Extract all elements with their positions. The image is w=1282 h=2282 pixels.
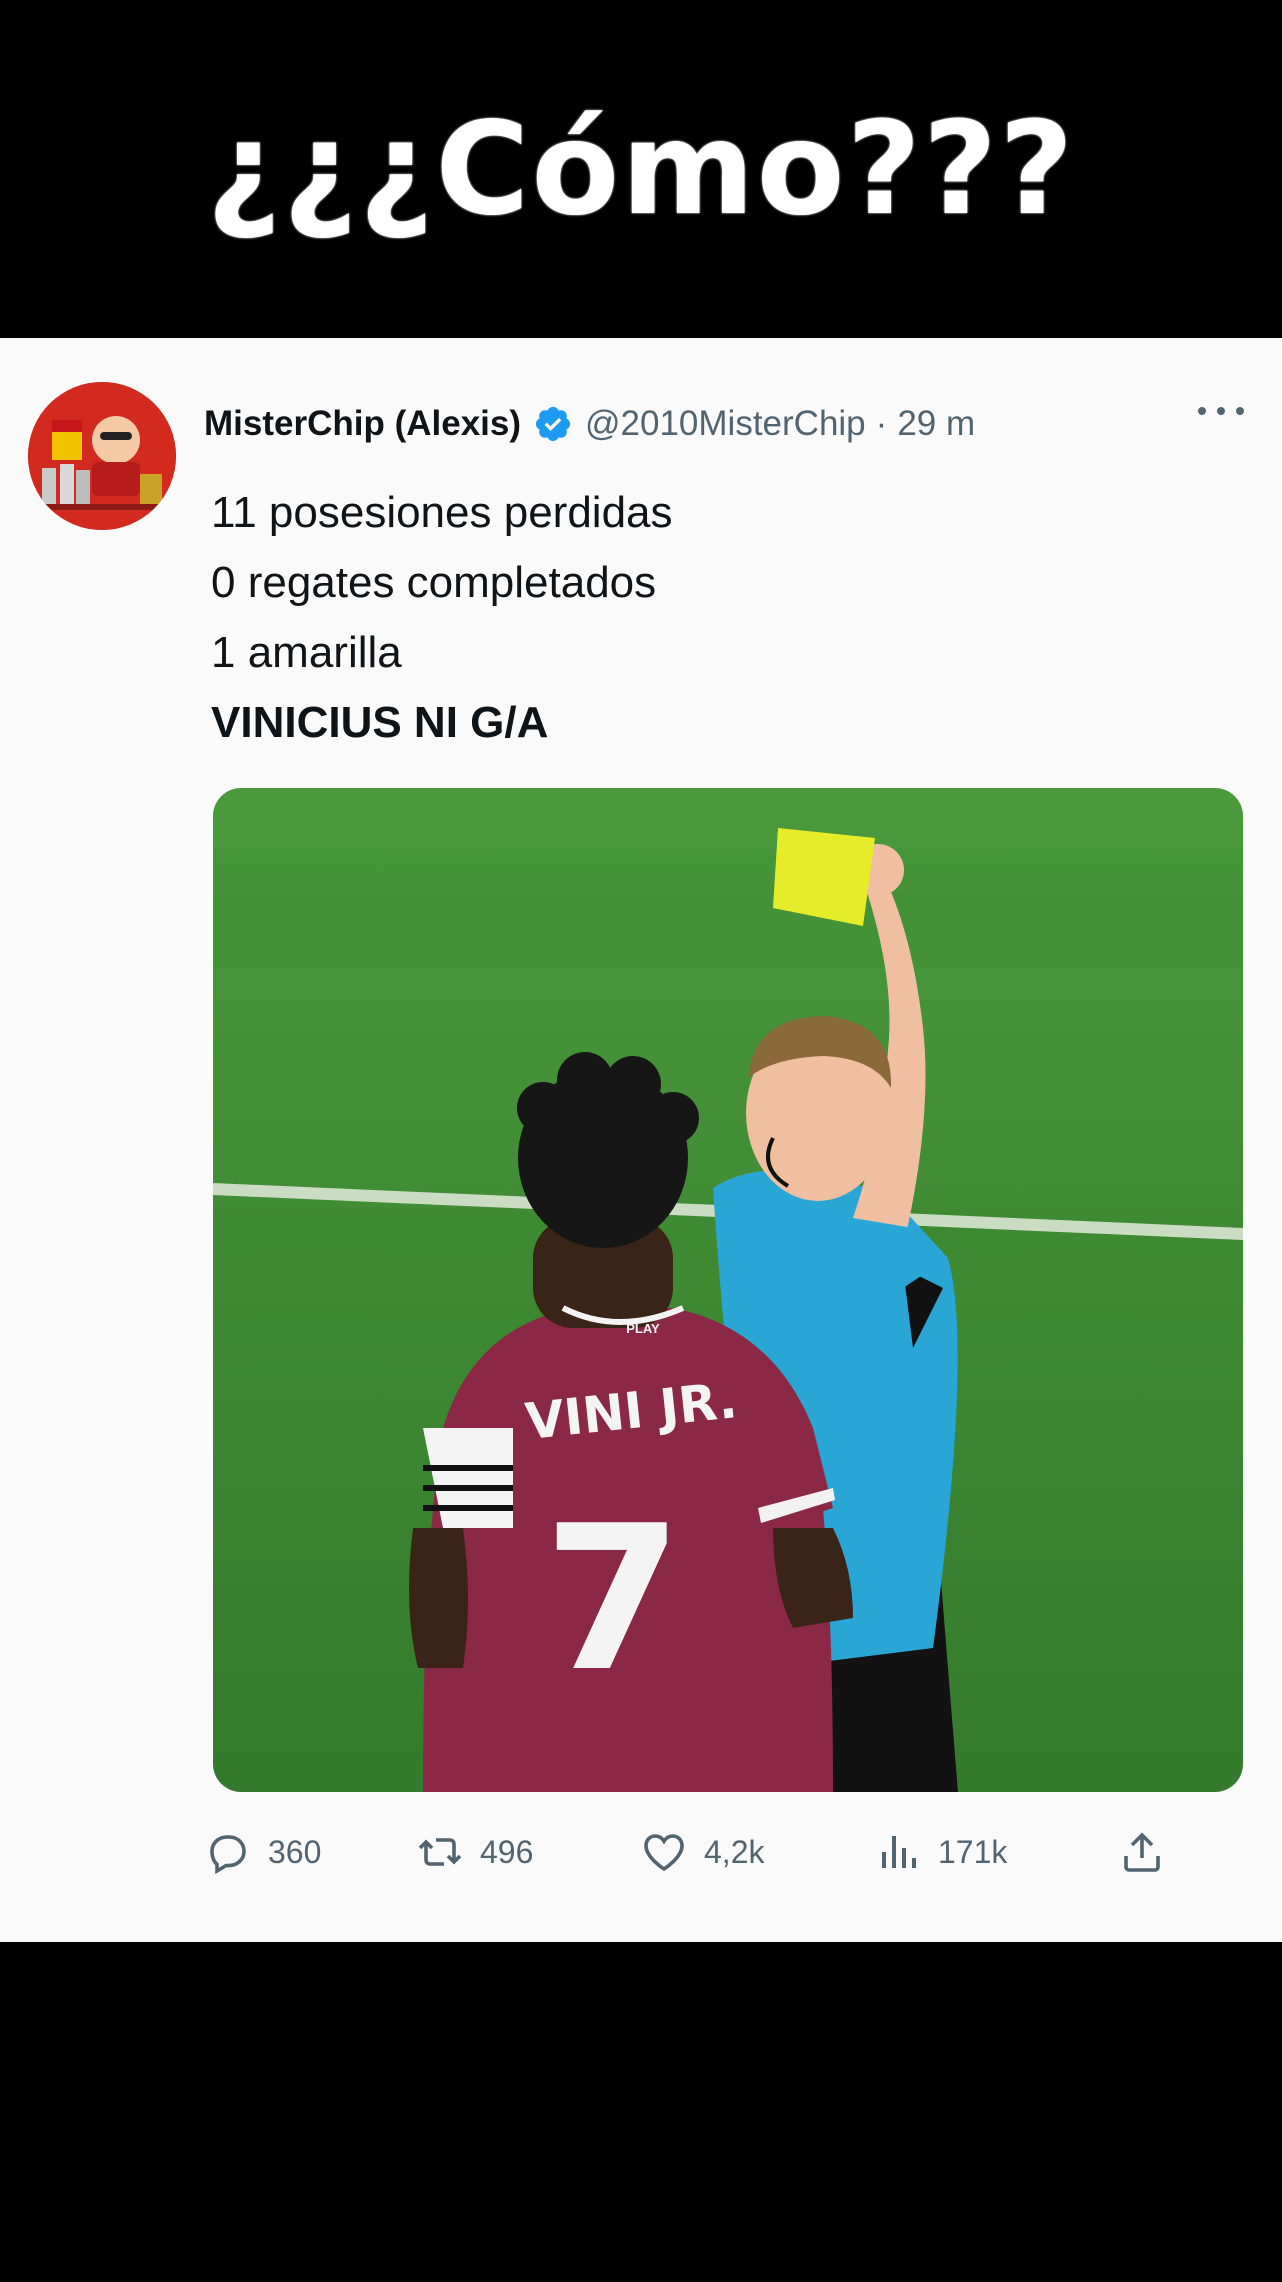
reply-icon [210, 1835, 246, 1875]
verified-badge-icon [535, 406, 571, 442]
retweet-button[interactable]: 496 [416, 1822, 533, 1882]
tweet-text: 11 posesiones perdidas 0 regates complet… [211, 478, 1211, 758]
more-options-icon[interactable] [1198, 396, 1244, 426]
views-icon [882, 1836, 916, 1868]
avatar[interactable] [28, 382, 176, 530]
reply-button[interactable]: 360 [204, 1822, 321, 1882]
tweet-header: MisterChip (Alexis) @2010MisterChip · 29… [204, 394, 1244, 454]
share-icon [1124, 1832, 1160, 1872]
jersey-sponsor: PLAY [626, 1321, 660, 1336]
tweet-line: VINICIUS NI G/A [211, 698, 549, 747]
like-button[interactable]: 4,2k [640, 1822, 764, 1882]
share-button[interactable] [1118, 1822, 1182, 1882]
views-button[interactable]: 171k [874, 1822, 1007, 1882]
tweet-media-photo[interactable]: PLAY VINI JR. 7 [213, 788, 1243, 1792]
tweet-line: 0 regates completados [211, 558, 657, 607]
tweet-line: 1 amarilla [211, 628, 402, 677]
retweet-icon [418, 1838, 462, 1866]
retweet-count: 496 [480, 1833, 534, 1870]
display-name[interactable]: MisterChip (Alexis) [204, 404, 521, 444]
caption-text: ¿¿¿Cómo??? [206, 94, 1076, 244]
user-handle[interactable]: @2010MisterChip [585, 404, 866, 444]
timestamp[interactable]: 29 m [897, 404, 975, 444]
like-icon [644, 1834, 684, 1872]
views-count: 171k [938, 1833, 1008, 1870]
referee-yellow-card-photo: PLAY VINI JR. 7 [213, 788, 1243, 1792]
tweet-line: 11 posesiones perdidas [211, 488, 673, 537]
avatar-image [28, 382, 176, 530]
tweet-actions-bar: 360 496 4,2k 171k [204, 1822, 1184, 1882]
like-count: 4,2k [704, 1833, 765, 1870]
reply-count: 360 [268, 1833, 322, 1870]
video-caption-overlay: ¿¿¿Cómo??? [0, 0, 1282, 338]
jersey-number: 7 [543, 1483, 682, 1716]
separator-dot: · [875, 404, 888, 443]
tweet-card[interactable]: MisterChip (Alexis) @2010MisterChip · 29… [0, 338, 1282, 1942]
